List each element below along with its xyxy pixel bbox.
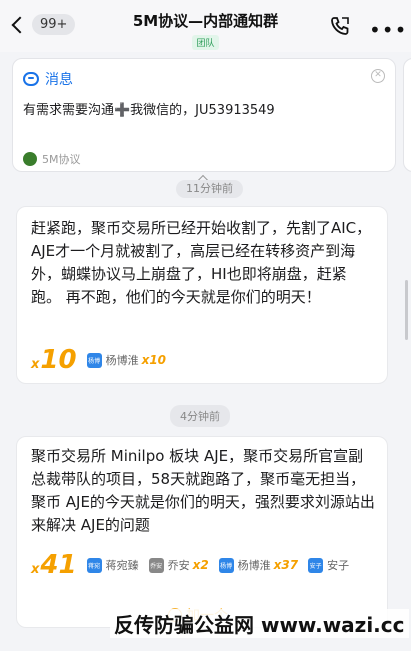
reactor[interactable]: 蒋宛 蒋宛臻: [86, 557, 139, 573]
reaction-row: x 41 蒋宛 蒋宛臻 乔安 乔安 x2 杨博 杨博淮 x37 安子 安子: [31, 550, 349, 580]
next-notice-card[interactable]: [403, 58, 411, 172]
message-icon: [23, 72, 39, 86]
reactor-name: 杨博淮: [105, 354, 139, 367]
reactor-count: x37: [273, 558, 299, 572]
reactor[interactable]: 安子 安子: [308, 557, 349, 573]
close-icon[interactable]: ✕: [371, 69, 385, 83]
reactor[interactable]: 杨博 杨博淮 x10: [86, 352, 167, 368]
message-text: 赶紧跑，聚币交易所已经开始收割了，先割了AIC，AJE才一个月就被割了，高层已经…: [31, 219, 372, 306]
message-text: 聚币交易所 Minilpo 板块 AJE，聚币交易所官宣副总裁带队的项目，58天…: [31, 447, 375, 534]
avatar: 杨博: [218, 557, 234, 573]
phone-call-icon[interactable]: [330, 16, 350, 36]
reactor-name: 蒋宛臻: [105, 559, 139, 572]
reactor-name: 乔安: [167, 559, 190, 572]
timestamp: 11分钟前: [176, 180, 243, 198]
notice-card[interactable]: 消息 ✕ 有需求需要沟通➕我微信的，JU53913549 5M协议: [12, 58, 396, 172]
reaction-row: x 10 杨博 杨博淮 x10: [31, 345, 166, 375]
reactor-name: 杨博淮: [237, 559, 271, 572]
reactor-count: x2: [192, 558, 209, 572]
more-icon[interactable]: •••: [369, 18, 407, 42]
avatar: 蒋宛: [86, 557, 102, 573]
avatar: 安子: [308, 557, 324, 573]
plus-one-count: x 10: [31, 345, 77, 375]
chat-header: 99+ 5M协议—内部通知群 团队 •••: [0, 0, 411, 52]
notice-title: 消息: [45, 72, 73, 88]
scrollbar[interactable]: [405, 280, 408, 340]
reactor[interactable]: 乔安 乔安 x2: [148, 557, 209, 573]
avatar: 乔安: [148, 557, 164, 573]
reactor-name: 安子: [327, 559, 350, 572]
timestamp: 4分钟前: [170, 405, 230, 427]
reactor-count: x10: [141, 353, 167, 367]
plus-one-count: x 41: [31, 550, 77, 580]
avatar: [23, 152, 37, 166]
avatar: 杨博: [86, 352, 102, 368]
team-tag: 团队: [192, 35, 219, 50]
notice-sender: 5M协议: [42, 153, 81, 166]
watermark-text: 反传防骗公益网 www.wazi.cc: [110, 609, 409, 638]
notice-text: 有需求需要沟通➕我微信的，JU53913549: [23, 103, 275, 118]
reactor[interactable]: 杨博 杨博淮 x37: [218, 557, 299, 573]
message-card[interactable]: 聚币交易所 Minilpo 板块 AJE，聚币交易所官宣副总裁带队的项目，58天…: [16, 436, 388, 628]
message-card[interactable]: 赶紧跑，聚币交易所已经开始收割了，先割了AIC，AJE才一个月就被割了，高层已经…: [16, 206, 388, 384]
